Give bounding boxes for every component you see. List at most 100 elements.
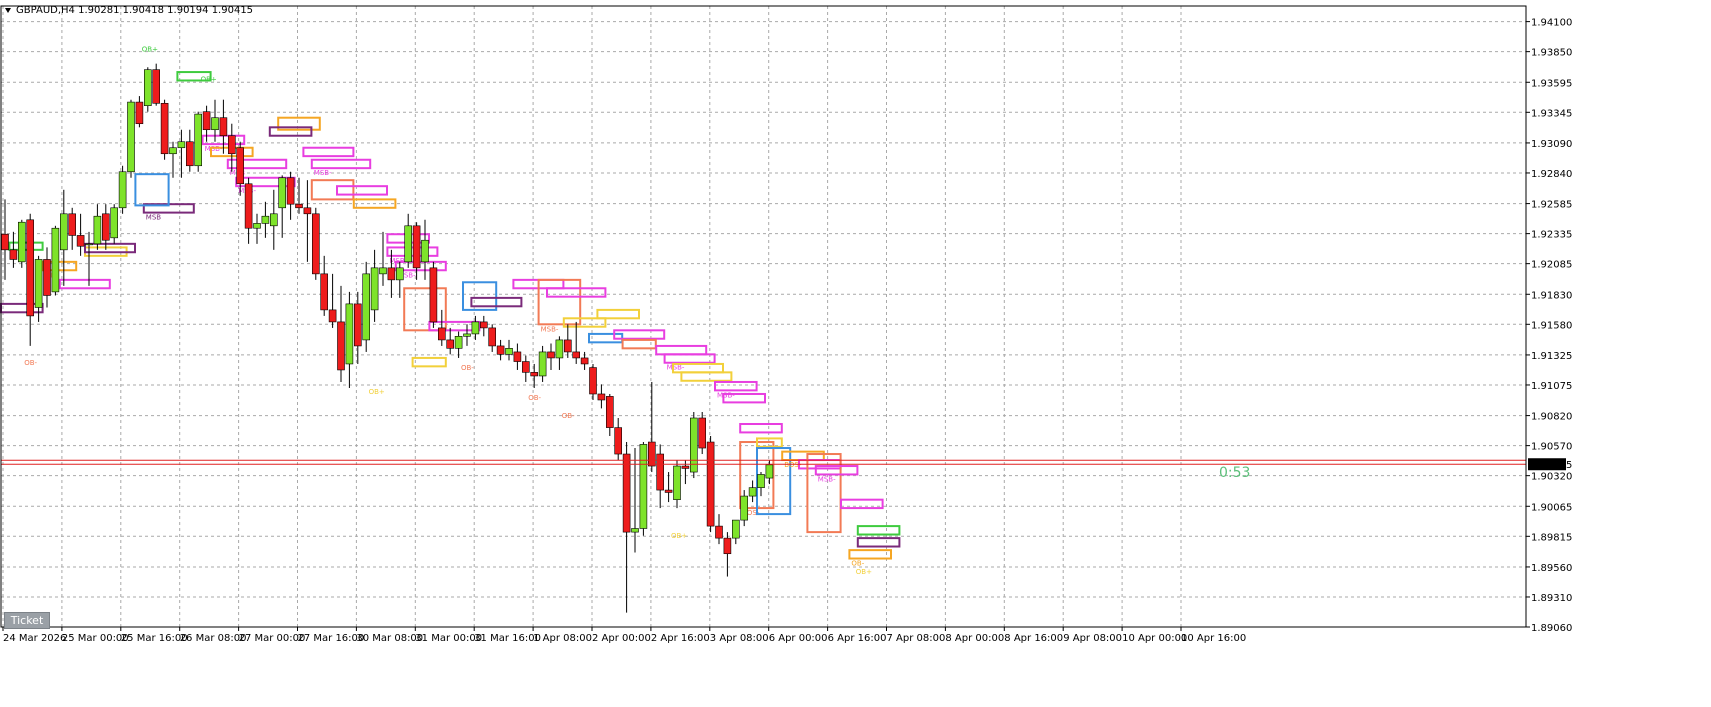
candle-bull	[127, 101, 135, 173]
bar-countdown: 0:53	[1219, 465, 1250, 481]
candle-bull	[59, 213, 68, 251]
zone-box	[856, 525, 901, 536]
candle-bull	[118, 171, 127, 209]
zone-box	[680, 371, 733, 382]
x-tick-label: 9 Apr 08:00	[1063, 633, 1122, 644]
y-tick-labels: 1.94100 1.93850 1.93595 1.93345 1.93090 1.928…	[1526, 18, 1572, 634]
indicator-zones: OB-MSBMSB-MSBMSB-MSB-MSB-MSB-MSB-MSB-MSB…	[0, 71, 901, 568]
zone-marker-label: OB-	[461, 364, 474, 372]
zone-marker-label: OB+	[201, 76, 217, 84]
x-tick-label: 25 Mar 00:00	[62, 633, 129, 644]
zone-box	[840, 498, 884, 510]
candle-bear	[202, 111, 211, 131]
candle-bull	[261, 215, 270, 224]
candle-bull	[370, 267, 379, 311]
zone-box	[596, 308, 641, 320]
candle-bull	[731, 519, 740, 539]
x-tick-label: 25 Mar 16:00	[121, 633, 188, 644]
candle-bull	[555, 339, 564, 359]
candle-bear	[647, 441, 656, 467]
candle-bull	[211, 117, 219, 131]
candle-bull	[639, 444, 648, 529]
candle-bear	[244, 183, 253, 229]
candle-bear	[664, 489, 673, 493]
candle-bear	[580, 357, 589, 365]
chart-title[interactable]: GBPAUD,H4 1.90281 1.90418 1.90194 1.9041…	[5, 5, 253, 16]
candle-bear	[186, 141, 194, 167]
candle-bear	[706, 441, 715, 527]
candle-bull	[110, 207, 118, 239]
candle-bear	[589, 367, 597, 395]
x-tick-label: 6 Apr 16:00	[828, 633, 887, 644]
candle-bear	[76, 235, 85, 247]
x-tick-label: 24 Mar 2026	[3, 633, 66, 644]
plot-frame	[0, 5, 1527, 628]
zone-marker-label: OB+	[671, 532, 687, 540]
candle-bear	[496, 345, 505, 355]
zone-box	[714, 380, 758, 392]
y-tick-label: 1.89310	[1531, 593, 1572, 604]
candle-bear	[723, 537, 732, 555]
zone-box	[739, 423, 783, 434]
price-tag-label: 1.90415	[1531, 460, 1572, 471]
y-tick-label: 1.90820	[1531, 412, 1572, 423]
candle-bear	[311, 213, 320, 275]
x-tick-label: 31 Mar 16:00	[474, 633, 541, 644]
y-tick-label: 1.92585	[1531, 200, 1572, 211]
y-tick-label: 1.91580	[1531, 320, 1572, 331]
zone-box	[562, 317, 607, 328]
chart-window[interactable]: OB-MSBMSB-MSBMSB-MSB-MSB-MSB-MSB-MSB-MSB…	[0, 0, 1711, 707]
candle-bull	[144, 69, 152, 106]
x-tick-label: 30 Mar 08:00	[356, 633, 423, 644]
candle-bear	[160, 102, 169, 155]
x-tick-label: 8 Apr 16:00	[1004, 633, 1063, 644]
candle-bear	[521, 361, 530, 373]
y-tick-label: 1.91325	[1531, 351, 1572, 362]
candle-bull	[673, 465, 681, 500]
candle-bull	[463, 333, 471, 337]
candle-bear	[43, 259, 51, 296]
x-tick-label: 7 Apr 08:00	[887, 633, 946, 644]
zone-marker-label: OB-	[528, 394, 541, 402]
candle-bear	[681, 465, 690, 469]
candle-bull	[34, 259, 43, 308]
x-tick-label: 8 Apr 00:00	[945, 633, 1004, 644]
symbol-ohlc-label: GBPAUD,H4 1.90281 1.90418 1.90194 1.9041…	[16, 5, 253, 16]
zone-label: OB-	[851, 560, 864, 568]
dropdown-triangle-icon[interactable]	[5, 8, 11, 13]
candle-bear	[68, 213, 76, 236]
y-tick-label: 1.92335	[1531, 230, 1572, 241]
candle-bull	[194, 113, 202, 167]
candle-bear	[228, 135, 236, 155]
zone-box	[310, 179, 355, 201]
y-tick-label: 1.93090	[1531, 139, 1572, 150]
candle-bear	[437, 327, 446, 341]
candle-bear	[698, 417, 707, 449]
zone-label: MSB-	[717, 391, 735, 399]
candle-bear	[102, 213, 110, 241]
x-tick-label: 1 Apr 08:00	[533, 633, 592, 644]
candle-bull	[51, 227, 60, 293]
zone-label: MSB-	[818, 475, 836, 483]
zone-box	[8, 241, 44, 251]
candle-bear	[295, 203, 303, 209]
candle-bear	[328, 309, 337, 323]
zone-label: MSB	[146, 214, 161, 222]
chart-canvas[interactable]: OB-MSBMSB-MSBMSB-MSB-MSB-MSB-MSB-MSB-MSB…	[0, 0, 1711, 707]
candle-bear	[715, 525, 723, 539]
candle-bear	[429, 267, 438, 323]
candle-bull	[85, 243, 93, 246]
candle-bull	[631, 528, 639, 533]
candle-bear	[135, 101, 144, 125]
candle-bear	[303, 207, 312, 215]
candle-bear	[387, 267, 396, 281]
zone-box	[411, 356, 447, 368]
candle-bear	[26, 219, 35, 317]
candle-bear	[614, 427, 623, 455]
candle-bear	[9, 249, 18, 260]
candle-bull	[269, 213, 278, 227]
ticket-button[interactable]: Ticket	[4, 612, 50, 629]
x-tick-label: 31 Mar 00:00	[415, 633, 482, 644]
y-tick-label: 1.91830	[1531, 290, 1572, 301]
zone-box	[336, 185, 388, 196]
